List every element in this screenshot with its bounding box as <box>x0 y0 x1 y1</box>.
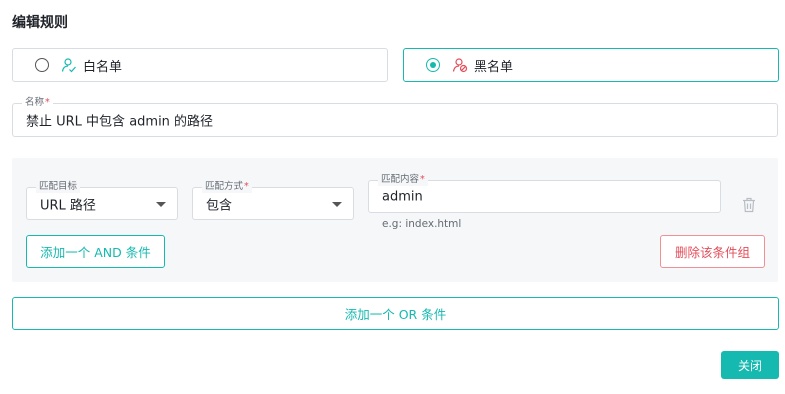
user-block-icon <box>452 57 468 73</box>
rule-type-whitelist-option[interactable]: 白名单 <box>12 48 388 82</box>
match-target-select[interactable]: 匹配目标 URL 路径 <box>26 181 178 220</box>
match-target-value: URL 路径 <box>40 198 96 213</box>
dialog-title: 编辑规则 <box>12 15 68 31</box>
user-check-icon <box>61 57 77 73</box>
match-method-select[interactable]: 匹配方式* 包含 <box>192 181 354 220</box>
delete-condition-group-button[interactable]: 删除该条件组 <box>660 235 765 268</box>
match-content-hint: e.g: index.html <box>382 218 462 230</box>
rule-name-label: 名称* <box>22 97 53 109</box>
blacklist-radio[interactable] <box>426 58 440 72</box>
match-method-value: 包含 <box>206 198 233 213</box>
rule-type-blacklist-option[interactable]: 黑名单 <box>403 48 779 82</box>
trash-icon[interactable] <box>741 196 757 214</box>
add-or-condition-button[interactable]: 添加一个 OR 条件 <box>12 297 779 330</box>
whitelist-label: 白名单 <box>83 59 123 75</box>
chevron-down-icon <box>156 201 166 207</box>
match-content-value: admin <box>382 189 423 204</box>
blacklist-label: 黑名单 <box>474 59 514 75</box>
chevron-down-icon <box>332 201 342 207</box>
match-target-label: 匹配目标 <box>36 181 81 193</box>
match-method-label: 匹配方式* <box>202 181 252 193</box>
whitelist-radio[interactable] <box>35 58 49 72</box>
rule-name-value: 禁止 URL 中包含 admin 的路径 <box>26 114 214 130</box>
rule-name-input[interactable]: 名称* 禁止 URL 中包含 admin 的路径 <box>12 97 778 137</box>
match-content-input[interactable]: 匹配内容* admin <box>368 174 721 213</box>
add-and-condition-button[interactable]: 添加一个 AND 条件 <box>26 235 165 268</box>
match-content-label: 匹配内容* <box>378 174 428 186</box>
close-button[interactable]: 关闭 <box>721 351 779 379</box>
